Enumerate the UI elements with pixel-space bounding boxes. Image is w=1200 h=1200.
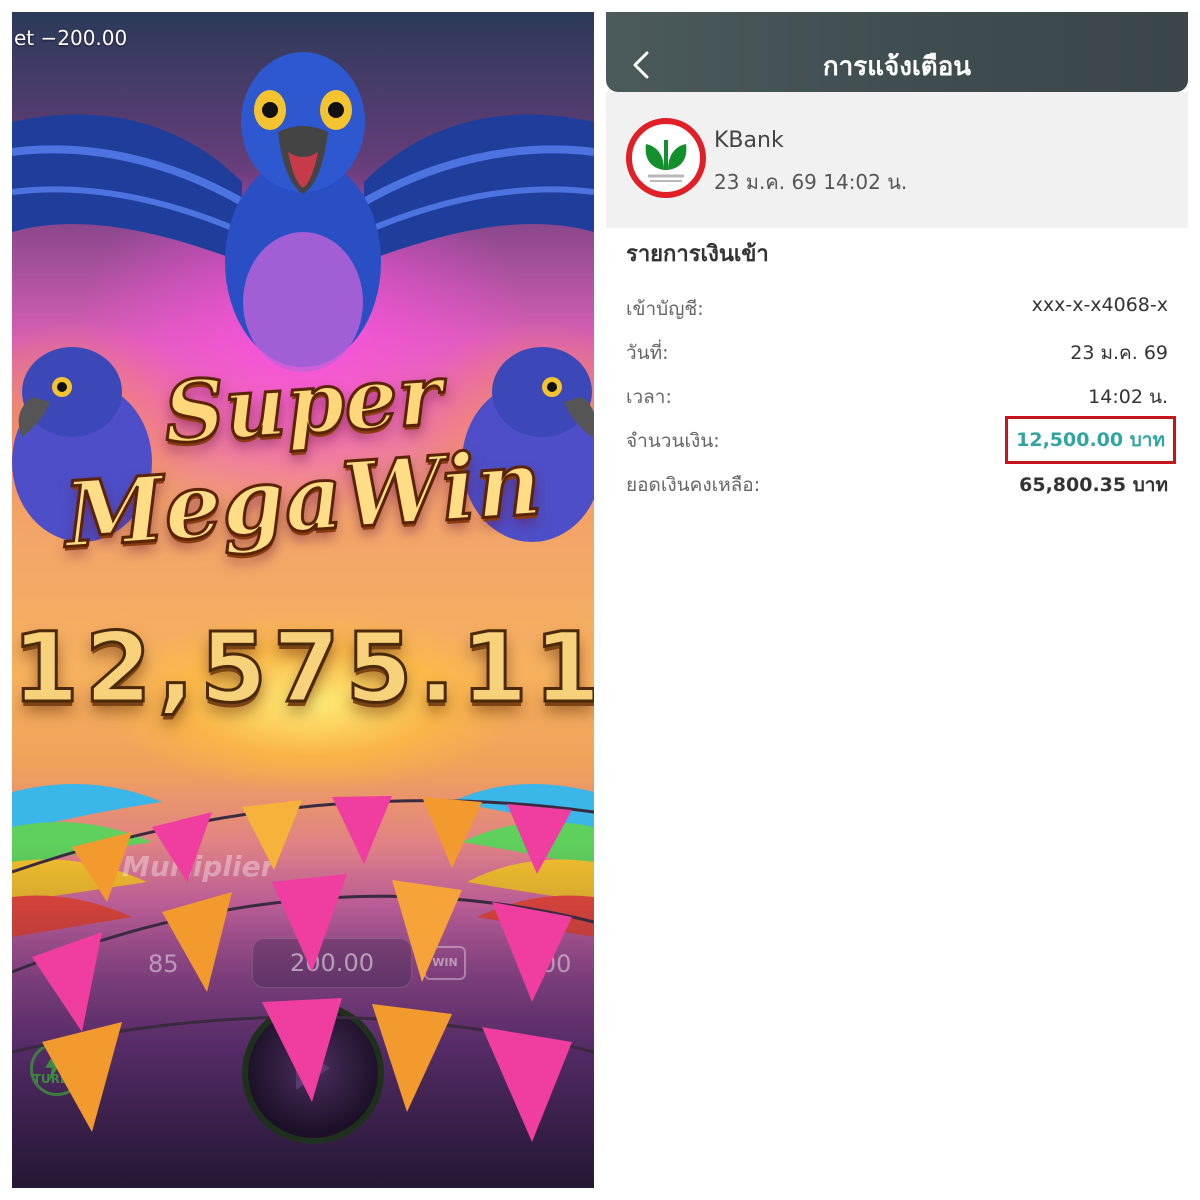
detail-label: ยอดเงินคงเหลือ: <box>626 474 761 496</box>
detail-value: xxx-x-x4068-x <box>1031 294 1168 316</box>
win-amount: 12,575.11 <box>12 611 594 726</box>
detail-label: จำนวนเงิน: <box>626 430 720 452</box>
detail-row-balance: ยอดเงินคงเหลือ: 65,800.35 บาท <box>626 470 1168 500</box>
detail-row-time: เวลา: 14:02 น. <box>626 382 1168 412</box>
detail-value: 65,800.35 บาท <box>1019 474 1168 496</box>
bunting-flags-decoration <box>12 796 594 1142</box>
notification-header: การแจ้งเตือน <box>606 12 1188 92</box>
detail-label: เวลา: <box>626 386 672 408</box>
detail-value: 14:02 น. <box>1088 386 1168 408</box>
detail-row-account: เข้าบัญชี: xxx-x-x4068-x <box>626 294 1168 324</box>
detail-label: วันที่: <box>626 342 669 364</box>
header-title: การแจ้งเตือน <box>822 52 972 82</box>
sender-timestamp: 23 ม.ค. 69 14:02 น. <box>714 170 908 194</box>
detail-value: 23 ม.ค. 69 <box>1070 342 1168 364</box>
detail-row-amount: จำนวนเงิน: 12,500.00 บาท <box>626 416 1176 464</box>
game-win-screen: et −200.00 Super MegaWin 12,575.11 Multi… <box>12 12 594 1188</box>
sender-name: KBank <box>714 128 784 153</box>
section-title: รายการเงินเข้า <box>626 242 769 267</box>
bank-notification-screen: การแจ้งเตือน KBank 23 ม.ค. 69 14:02 น. ร… <box>606 12 1188 1188</box>
parrot-main-illustration <box>12 52 594 372</box>
kbank-logo-icon <box>626 118 706 198</box>
detail-label: เข้าบัญชี: <box>626 298 704 320</box>
amount-value-highlighted: 12,500.00 บาท <box>1005 416 1176 464</box>
detail-row-date: วันที่: 23 ม.ค. 69 <box>626 338 1168 368</box>
sender-card: KBank 23 ม.ค. 69 14:02 น. <box>606 92 1188 228</box>
